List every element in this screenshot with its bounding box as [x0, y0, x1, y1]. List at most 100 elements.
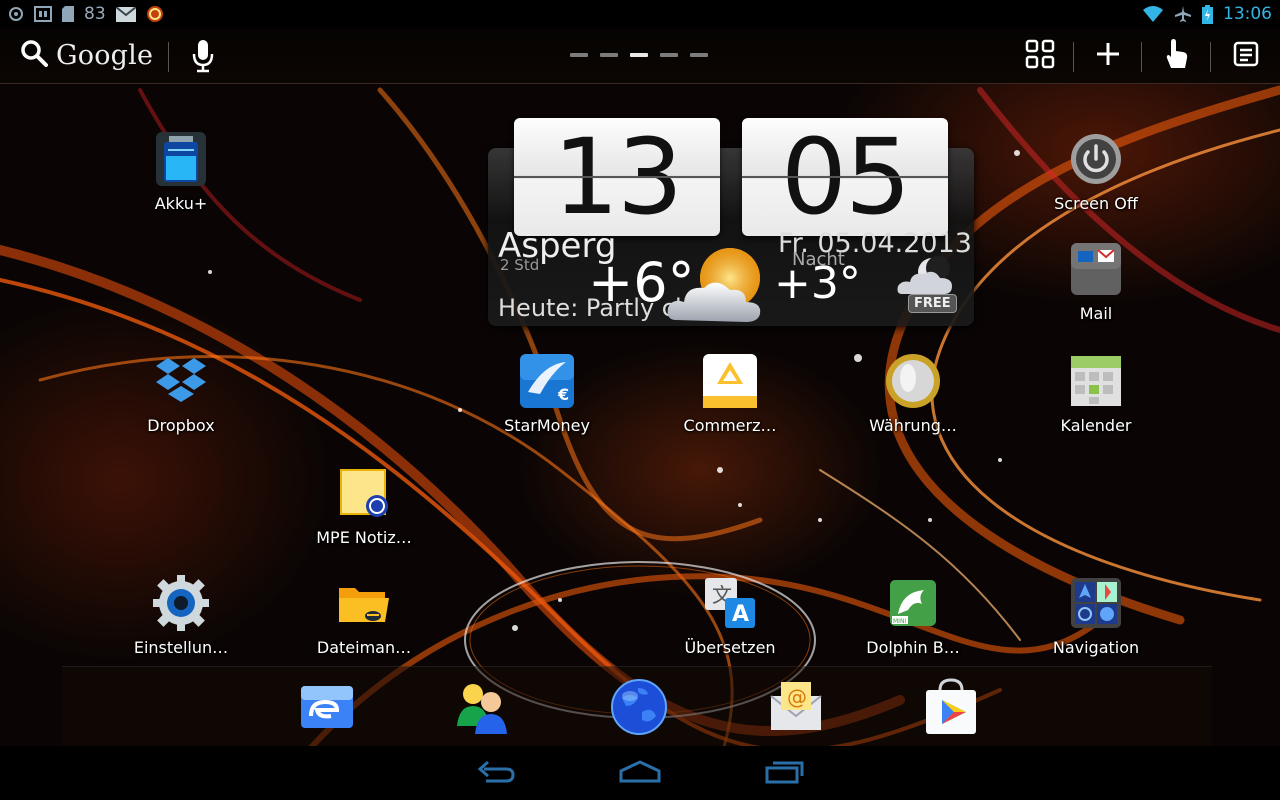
app-navigation[interactable]: Navigation	[1026, 574, 1166, 657]
svg-text:MINI: MINI	[893, 618, 906, 625]
touch-gesture-icon	[1161, 38, 1191, 74]
app-dropbox[interactable]: Dropbox	[111, 352, 251, 435]
weather-updated: 2 Std	[500, 256, 540, 274]
back-icon	[476, 759, 516, 787]
gestures-button[interactable]	[1160, 38, 1192, 74]
app-dolphin-browser[interactable]: MINI Dolphin B…	[843, 574, 983, 657]
microphone-icon	[189, 40, 217, 77]
app-label: Navigation	[1052, 638, 1140, 657]
app-screen-off[interactable]: Screen Off	[1026, 130, 1166, 213]
coin-icon	[884, 352, 942, 410]
divider	[168, 42, 169, 72]
power-icon	[1067, 130, 1125, 188]
add-to-home-button[interactable]	[1092, 40, 1124, 72]
email-envelope-icon: @	[765, 682, 827, 742]
google-search-bar[interactable]: Google	[20, 39, 153, 71]
app-akku-plus[interactable]: Akku+	[111, 130, 251, 213]
dock-email[interactable]: @	[765, 676, 827, 738]
app-label: Mail	[1079, 304, 1113, 323]
mail-app-icon	[1067, 240, 1125, 298]
back-button[interactable]	[466, 756, 526, 790]
divider	[1210, 42, 1211, 72]
page-indicator-dot	[600, 53, 618, 57]
battery-level-text: 83	[84, 4, 106, 24]
app-label: Übersetzen	[684, 638, 776, 657]
sd-card-icon	[62, 6, 74, 22]
recent-apps-button[interactable]	[754, 756, 814, 790]
app-label: Akku+	[154, 194, 208, 213]
svg-text:@: @	[787, 685, 807, 709]
partly-cloudy-icon	[666, 242, 776, 332]
battery-charging-icon	[1202, 4, 1213, 24]
email-client-icon	[297, 686, 359, 742]
all-apps-button[interactable]	[1024, 39, 1056, 73]
divider	[1073, 42, 1074, 72]
launcher-top-bar: Google	[0, 28, 1280, 84]
app-label: MPE Notiz…	[316, 528, 412, 547]
browser-globe-icon	[608, 679, 670, 742]
battery-app-icon	[152, 130, 210, 188]
page-indicator-dot	[690, 53, 708, 57]
app-label: Kalender	[1060, 416, 1132, 435]
menu-list-icon	[1232, 40, 1260, 72]
app-dateimanager[interactable]: Dateiman…	[294, 574, 434, 657]
status-bar: 83 13:06	[0, 0, 1280, 28]
clock-weather-widget[interactable]: 13 05 Asperg 2 Std +6° Fr. 05.04.2013 Na…	[488, 118, 974, 330]
alarm-icon	[146, 5, 164, 23]
page-indicator	[570, 53, 708, 57]
settings-gear-icon	[152, 574, 210, 632]
dock-play-store[interactable]	[920, 676, 982, 738]
temperature-night: +3°	[774, 258, 861, 309]
play-store-icon	[920, 678, 982, 742]
wifi-icon	[1142, 5, 1164, 23]
add-icon	[1095, 41, 1121, 71]
app-label: StarMoney	[504, 416, 590, 435]
dolphin-browser-icon: MINI	[884, 574, 942, 632]
airplane-icon	[1174, 5, 1192, 23]
app-label: Commerz…	[683, 416, 777, 435]
page-indicator-dot	[660, 53, 678, 57]
contacts-icon	[451, 684, 513, 742]
search-icon	[20, 39, 48, 71]
app-mail[interactable]: Mail	[1026, 240, 1166, 323]
starmoney-icon: €	[518, 352, 576, 410]
app-mpe-notiz[interactable]: MPE Notiz…	[294, 464, 434, 547]
home-icon	[618, 759, 662, 787]
gmail-icon	[115, 6, 136, 22]
system-status-area[interactable]: 13:06	[1142, 3, 1272, 25]
calendar-icon	[1067, 352, 1125, 410]
google-search-label: Google	[56, 39, 154, 71]
commerzbank-icon	[701, 352, 759, 410]
apps-grid-icon	[1025, 39, 1055, 73]
note-icon	[335, 464, 393, 522]
app-commerzbank[interactable]: Commerz…	[660, 352, 800, 435]
app-waehrung[interactable]: Währung…	[843, 352, 983, 435]
notification-area[interactable]: 83	[8, 4, 164, 24]
translate-icon: 文A	[701, 574, 759, 632]
app-einstellungen[interactable]: Einstellun…	[111, 574, 251, 657]
app-label: Dateiman…	[316, 638, 412, 657]
dock-contacts[interactable]	[451, 676, 513, 738]
launcher-menu-button[interactable]	[1230, 40, 1262, 72]
clock-minutes: 05	[742, 118, 948, 236]
app-label: Screen Off	[1054, 194, 1138, 213]
dock-browser[interactable]	[608, 676, 670, 738]
dropbox-icon	[152, 352, 210, 410]
app-uebersetzen[interactable]: 文A Übersetzen	[660, 574, 800, 657]
app-label: Einstellun…	[133, 638, 229, 657]
app-label: Währung…	[869, 416, 957, 435]
svg-text:A: A	[732, 602, 749, 627]
free-badge: FREE	[908, 294, 957, 313]
recent-apps-icon	[764, 758, 804, 788]
navigation-icon	[1067, 574, 1125, 632]
status-clock: 13:06	[1223, 4, 1272, 24]
dock-email-client[interactable]	[297, 676, 359, 738]
app-kalender[interactable]: Kalender	[1026, 352, 1166, 435]
home-button[interactable]	[610, 756, 670, 790]
media-icon	[34, 6, 52, 22]
page-indicator-dot	[570, 53, 588, 57]
voice-search-button[interactable]	[189, 39, 217, 73]
clock-hours: 13	[514, 118, 720, 236]
app-starmoney[interactable]: € StarMoney	[477, 352, 617, 435]
page-indicator-dot-active	[630, 53, 648, 57]
